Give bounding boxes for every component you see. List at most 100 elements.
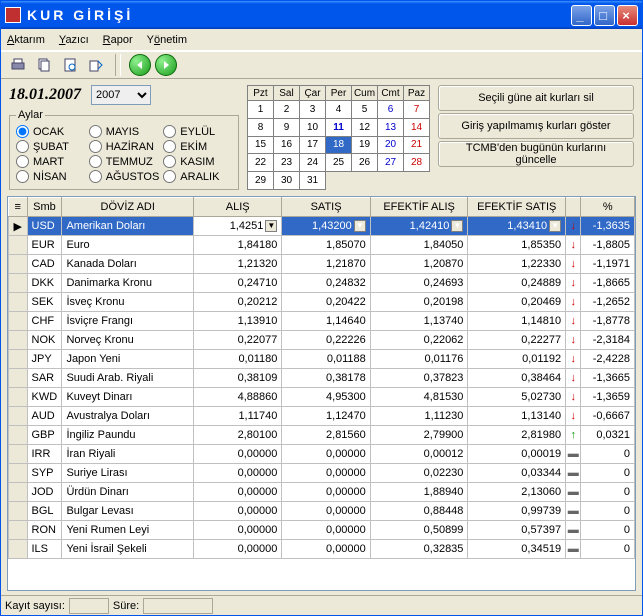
row-marker[interactable] [9,312,28,331]
cell-alis[interactable]: 1,11740 [194,407,282,426]
cal-day[interactable]: 17 [300,136,326,154]
cell-efsatis[interactable]: 0,34519 [468,540,566,559]
month-radio-ağustos[interactable]: AĞUSTOS [89,170,160,183]
cell-satis[interactable]: 0,00000 [282,464,370,483]
cell-pct[interactable]: 0 [581,502,635,521]
cell-alis[interactable]: 0,22077 [194,331,282,350]
minimize-button[interactable]: _ [571,5,592,26]
cell-pct[interactable]: -0,6667 [581,407,635,426]
preview-icon[interactable] [59,54,81,76]
cell-name[interactable]: Japon Yeni [62,350,194,369]
cell-alis[interactable]: 0,00000 [194,464,282,483]
copy-icon[interactable] [33,54,55,76]
cell-efsatis[interactable]: 5,02730 [468,388,566,407]
cell-efalis[interactable]: 2,79900 [370,426,468,445]
cell-efalis[interactable]: 0,20198 [370,293,468,312]
table-row[interactable]: EUREuro1,841801,850701,840501,85350↓-1,8… [9,236,635,255]
table-row[interactable]: SYPSuriye Lirası0,000000,000000,022300,0… [9,464,635,483]
cell-efsatis[interactable]: 2,81980 [468,426,566,445]
export-icon[interactable] [85,54,107,76]
cell-efsatis[interactable]: 0,00019 [468,445,566,464]
cell-efalis[interactable]: 1,20870 [370,255,468,274]
cell-satis[interactable]: 1,43200▼ [282,217,370,236]
cell-satis[interactable]: 0,00000 [282,502,370,521]
delete-rates-button[interactable]: Seçili güne ait kurları sil [438,85,634,111]
cell-alis[interactable]: 1,21320 [194,255,282,274]
cell-smb[interactable]: AUD [27,407,62,426]
cell-name[interactable]: Bulgar Levası [62,502,194,521]
cal-day[interactable]: 13 [378,118,404,136]
cell-alis[interactable]: 0,00000 [194,483,282,502]
cell-indicator[interactable]: ↓ [566,331,581,350]
cell-indicator[interactable]: ↓ [566,312,581,331]
cal-day[interactable]: 12 [352,118,378,136]
table-row[interactable]: ▶USDAmerikan Doları1,4251▼1,43200▼1,4241… [9,217,635,236]
cell-indicator[interactable]: ↓ [566,255,581,274]
cell-efalis[interactable]: 1,13740 [370,312,468,331]
cell-smb[interactable]: JOD [27,483,62,502]
rates-grid[interactable]: ≡ Smb DÖVİZ ADI ALIŞ SATIŞ EFEKTİF ALIŞ … [7,196,636,591]
month-radio-ni̇san[interactable]: NİSAN [16,170,85,183]
table-row[interactable]: RONYeni Rumen Leyi0,000000,000000,508990… [9,521,635,540]
cell-smb[interactable]: KWD [27,388,62,407]
month-radio-ocak[interactable]: OCAK [16,125,85,138]
grid-header-name[interactable]: DÖVİZ ADI [62,198,194,217]
cell-pct[interactable]: -1,8665 [581,274,635,293]
cell-efsatis[interactable]: 0,24889 [468,274,566,293]
cal-day[interactable]: 9 [274,118,300,136]
cell-efsatis[interactable]: 1,13140 [468,407,566,426]
cal-day[interactable]: 31 [300,172,326,190]
cell-pct[interactable]: -1,3665 [581,369,635,388]
cell-alis[interactable]: 0,38109 [194,369,282,388]
cal-day[interactable]: 5 [352,101,378,119]
cell-smb[interactable]: IRR [27,445,62,464]
cell-alis[interactable]: 0,00000 [194,540,282,559]
cell-alis[interactable]: 0,20212 [194,293,282,312]
cell-satis[interactable]: 4,95300 [282,388,370,407]
cell-indicator[interactable]: ▬ [566,521,581,540]
cell-name[interactable]: Amerikan Doları [62,217,194,236]
cell-efalis[interactable]: 0,24693 [370,274,468,293]
month-radio-kasim[interactable]: KASIM [163,155,232,168]
table-row[interactable]: BGLBulgar Levası0,000000,000000,884480,9… [9,502,635,521]
cell-name[interactable]: İngiliz Paundu [62,426,194,445]
cell-indicator[interactable]: ↓ [566,274,581,293]
cal-day[interactable]: 15 [248,136,274,154]
cell-efsatis[interactable]: 0,01192 [468,350,566,369]
cell-smb[interactable]: GBP [27,426,62,445]
cell-smb[interactable]: RON [27,521,62,540]
cell-efsatis[interactable]: 1,22330 [468,255,566,274]
cell-efalis[interactable]: 0,32835 [370,540,468,559]
cell-indicator[interactable]: ↓ [566,350,581,369]
cell-name[interactable]: Suriye Lirası [62,464,194,483]
cell-efalis[interactable]: 0,88448 [370,502,468,521]
cell-pct[interactable]: -1,8778 [581,312,635,331]
show-missing-button[interactable]: Giriş yapılmamış kurları göster [438,113,634,139]
cell-efsatis[interactable]: 0,38464 [468,369,566,388]
cell-satis[interactable]: 0,01188 [282,350,370,369]
grid-header-smb[interactable]: Smb [27,198,62,217]
cell-smb[interactable]: BGL [27,502,62,521]
cell-indicator[interactable]: ▬ [566,445,581,464]
cell-efsatis[interactable]: 0,99739 [468,502,566,521]
cell-efalis[interactable]: 0,00012 [370,445,468,464]
cell-alis[interactable]: 0,00000 [194,445,282,464]
cal-day[interactable]: 21 [404,136,430,154]
cell-alis[interactable]: 0,00000 [194,502,282,521]
cal-day[interactable]: 18 [326,136,352,154]
cal-day[interactable]: 8 [248,118,274,136]
table-row[interactable]: SEKİsveç Kronu0,202120,204220,201980,204… [9,293,635,312]
cell-efalis[interactable]: 1,84050 [370,236,468,255]
cal-day[interactable]: 19 [352,136,378,154]
cell-satis[interactable]: 1,12470 [282,407,370,426]
row-marker[interactable] [9,236,28,255]
year-select[interactable]: 2007 [91,85,151,105]
cell-pct[interactable]: -1,8805 [581,236,635,255]
table-row[interactable]: CADKanada Doları1,213201,218701,208701,2… [9,255,635,274]
cell-indicator[interactable]: ▬ [566,483,581,502]
table-row[interactable]: JODÜrdün Dinarı0,000000,000001,889402,13… [9,483,635,502]
cell-pct[interactable]: -1,2652 [581,293,635,312]
cell-indicator[interactable]: ↑ [566,426,581,445]
cell-pct[interactable]: 0 [581,540,635,559]
cell-pct[interactable]: -2,3184 [581,331,635,350]
